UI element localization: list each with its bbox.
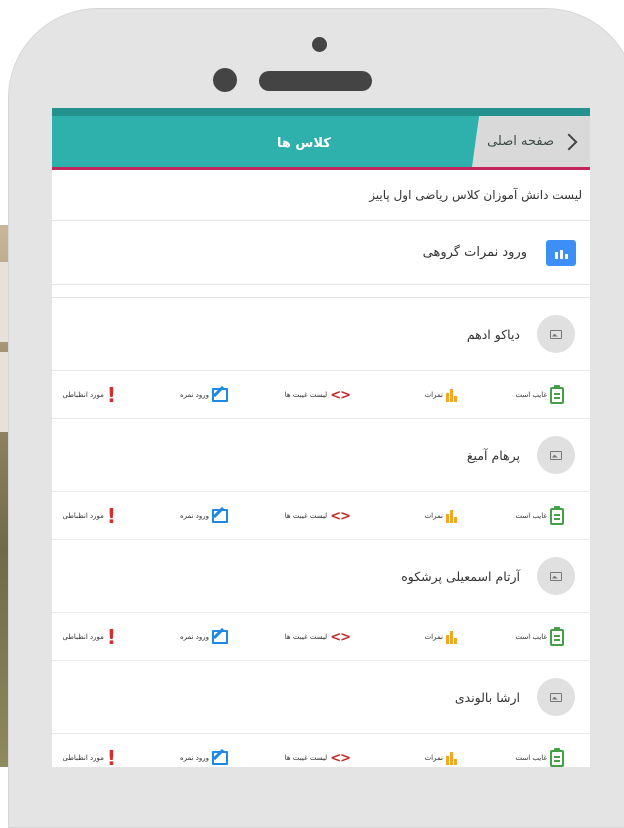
image-placeholder-icon: [550, 571, 562, 581]
home-back-button[interactable]: صفحه اصلی: [472, 116, 590, 167]
bar-chart-icon: [446, 388, 457, 402]
grades-button[interactable]: نمرات: [425, 613, 457, 661]
enter-grade-button[interactable]: ورود نمره: [180, 371, 228, 419]
grades-button[interactable]: نمرات: [425, 371, 457, 419]
student-row[interactable]: دیاکو ادهم: [52, 298, 590, 371]
code-icon: <>: [330, 629, 351, 645]
edit-icon: [212, 751, 228, 765]
edit-icon: [212, 509, 228, 523]
exclamation-icon: !: [106, 504, 116, 528]
student-row[interactable]: آرتام اسمعیلی پرشکوه: [52, 540, 590, 613]
student-actions: غایب است نمرات <> لیست غیبت ها ورود نمره …: [52, 613, 590, 661]
image-placeholder-icon: [550, 692, 562, 702]
student-name: پرهام آمیغ: [466, 447, 520, 463]
mark-absent-button[interactable]: غایب است: [515, 371, 564, 419]
phone-sensor: [213, 68, 237, 92]
phone-speaker: [259, 71, 372, 91]
grades-button[interactable]: نمرات: [425, 734, 457, 767]
student-name: دیاکو ادهم: [466, 326, 520, 342]
mark-absent-button[interactable]: غایب است: [515, 613, 564, 661]
absence-list-button[interactable]: <> لیست غیبت ها: [285, 613, 351, 661]
code-icon: <>: [330, 750, 351, 766]
page-title: کلاس ها: [277, 136, 331, 151]
clipboard-icon: [550, 626, 564, 646]
chevron-right-icon: [560, 133, 578, 150]
image-placeholder-icon: [550, 329, 562, 339]
disciplinary-button[interactable]: ! مورد انظباطی: [63, 371, 117, 419]
exclamation-icon: !: [106, 625, 116, 649]
class-subtitle: لیست دانش آموزان کلاس ریاضی اول پاییز: [52, 170, 590, 221]
student-row[interactable]: ارشا بالوندی: [52, 661, 590, 734]
mark-absent-button[interactable]: غایب است: [515, 492, 564, 540]
student-actions: غایب است نمرات <> لیست غیبت ها ورود نمره …: [52, 734, 590, 767]
clipboard-icon: [550, 384, 564, 404]
avatar: [537, 436, 575, 474]
avatar: [537, 678, 575, 716]
exclamation-icon: !: [106, 383, 116, 407]
exclamation-icon: !: [106, 746, 116, 767]
bar-chart-icon: [446, 509, 457, 523]
student-name: آرتام اسمعیلی پرشکوه: [401, 568, 520, 584]
student-actions: غایب است نمرات <> لیست غیبت ها ورود نمره …: [52, 371, 590, 419]
absence-list-button[interactable]: <> لیست غیبت ها: [285, 371, 351, 419]
clipboard-icon: [550, 747, 564, 767]
bar-chart-icon[interactable]: [546, 239, 576, 266]
absence-list-button[interactable]: <> لیست غیبت ها: [285, 734, 351, 767]
edit-icon: [212, 388, 228, 402]
clipboard-icon: [550, 505, 564, 525]
disciplinary-button[interactable]: ! مورد انظباطی: [63, 492, 117, 540]
enter-grade-button[interactable]: ورود نمره: [180, 492, 228, 540]
divider: [52, 285, 590, 298]
student-name: ارشا بالوندی: [454, 689, 520, 705]
group-grade-entry-row[interactable]: ورود نمرات گروهی: [52, 221, 590, 285]
grades-button[interactable]: نمرات: [425, 492, 457, 540]
avatar: [537, 315, 575, 353]
disciplinary-button[interactable]: ! مورد انظباطی: [63, 734, 117, 767]
top-app-bar: صفحه اصلی کلاس ها: [52, 108, 590, 170]
image-placeholder-icon: [550, 450, 562, 460]
home-back-label: صفحه اصلی: [487, 134, 554, 149]
bar-chart-icon: [446, 630, 457, 644]
phone-camera: [312, 37, 327, 52]
avatar: [537, 557, 575, 595]
app-screen: صفحه اصلی کلاس ها لیست دانش آموزان کلاس …: [52, 108, 590, 767]
code-icon: <>: [330, 387, 351, 403]
enter-grade-button[interactable]: ورود نمره: [180, 613, 228, 661]
student-actions: غایب است نمرات <> لیست غیبت ها ورود نمره …: [52, 492, 590, 540]
disciplinary-button[interactable]: ! مورد انظباطی: [63, 613, 117, 661]
mark-absent-button[interactable]: غایب است: [515, 734, 564, 767]
group-grade-entry-label: ورود نمرات گروهی: [422, 245, 527, 260]
student-row[interactable]: پرهام آمیغ: [52, 419, 590, 492]
enter-grade-button[interactable]: ورود نمره: [180, 734, 228, 767]
code-icon: <>: [330, 508, 351, 524]
absence-list-button[interactable]: <> لیست غیبت ها: [285, 492, 351, 540]
bar-chart-icon: [446, 751, 457, 765]
edit-icon: [212, 630, 228, 644]
